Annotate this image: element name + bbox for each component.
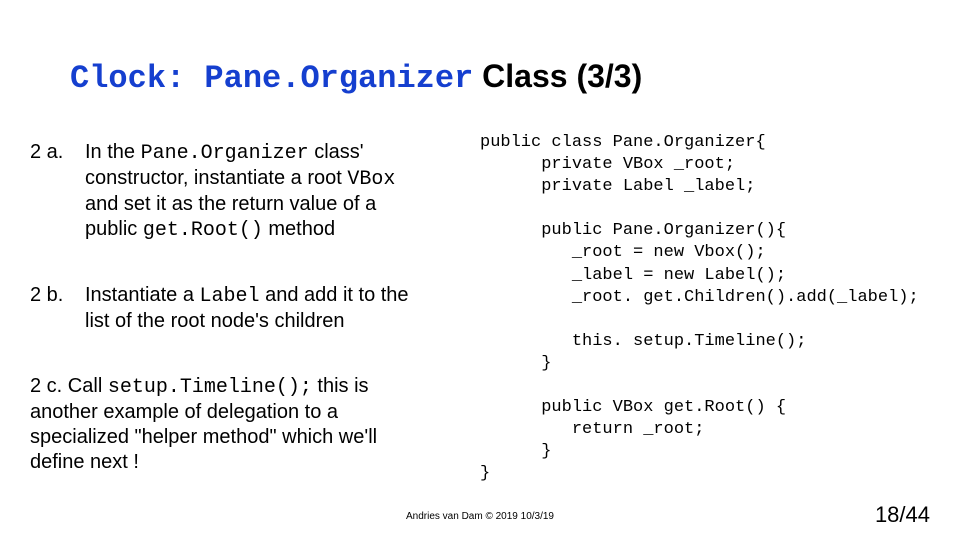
code-block: public class Pane.Organizer{ private VBo… [480, 132, 940, 486]
item-2b-label: 2 b. [30, 283, 85, 334]
title-text: Class (3/3) [473, 58, 642, 94]
title-code: Clock: Pane.Organizer [70, 60, 473, 97]
item-2b-text: Instantiate a Label and add it to the li… [85, 283, 430, 334]
item-2a: 2 a. In the Pane.Organizer class' constr… [30, 140, 430, 243]
left-column: 2 a. In the Pane.Organizer class' constr… [30, 140, 430, 475]
item-2a-text: In the Pane.Organizer class' constructor… [85, 140, 430, 243]
item-2c: 2 c. Call setup.Timeline(); this is anot… [30, 374, 430, 475]
footer-credit: Andries van Dam © 2019 10/3/19 [0, 511, 960, 522]
slide: Clock: Pane.Organizer Class (3/3) 2 a. I… [0, 0, 960, 540]
item-2b: 2 b. Instantiate a Label and add it to t… [30, 283, 430, 334]
item-2c-label: 2 c. [30, 375, 62, 397]
slide-title: Clock: Pane.Organizer Class (3/3) [70, 58, 642, 97]
item-2a-label: 2 a. [30, 140, 85, 243]
page-number: 18/44 [875, 502, 930, 528]
